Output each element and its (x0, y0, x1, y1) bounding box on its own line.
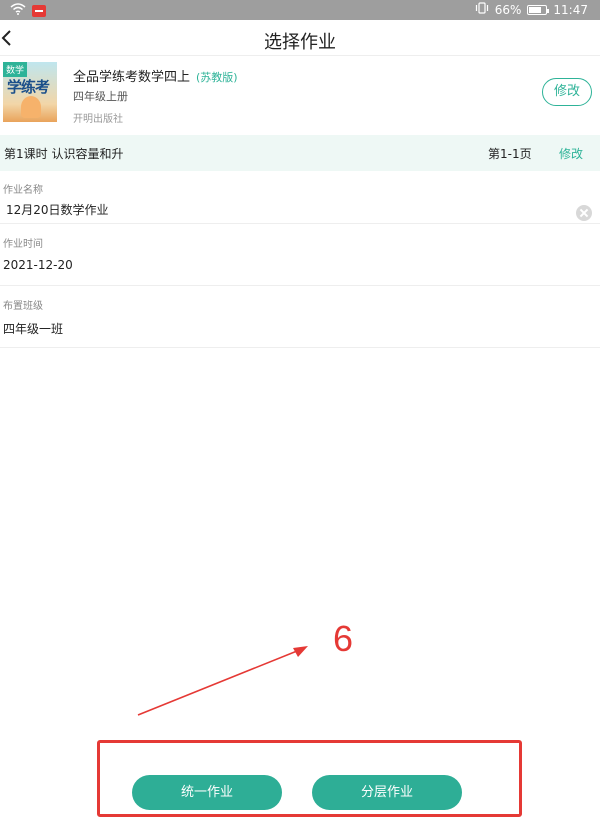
book-card: 数学 学练考 全品学练考数学四上 (苏教版) 四年级上册 开明出版社 修改 (0, 58, 600, 130)
cover-illustration (21, 96, 41, 118)
homework-time-label: 作业时间 (3, 239, 43, 250)
battery-icon (527, 4, 550, 15)
status-bar-right: 66% 11:47 (475, 2, 588, 17)
class-value[interactable]: 四年级一班 (3, 320, 63, 337)
edit-lesson-button[interactable]: 修改 (559, 145, 583, 162)
annotation-number: 6 (333, 618, 354, 659)
class-field[interactable]: 布置班级 四年级一班 (0, 292, 600, 348)
edit-book-button[interactable]: 修改 (542, 78, 592, 106)
app-notification-icon (32, 4, 46, 17)
battery-percent: 66% (494, 2, 522, 17)
homework-name-label: 作业名称 (3, 185, 43, 196)
book-grade: 四年级上册 (73, 90, 128, 103)
homework-name-input[interactable] (3, 199, 563, 219)
book-cover-image: 数学 学练考 (3, 62, 57, 122)
page-title: 选择作业 (264, 32, 336, 53)
layered-homework-button[interactable]: 分层作业 (312, 775, 462, 810)
lesson-pages: 第1-1页 (488, 147, 532, 161)
cover-title: 学练考 (7, 78, 50, 96)
homework-name-field: 作业名称 (0, 176, 600, 224)
class-label: 布置班级 (3, 301, 43, 312)
book-edition: (苏教版) (196, 71, 238, 84)
homework-time-value[interactable]: 2021-12-20 (3, 258, 73, 272)
status-bar-left (10, 3, 46, 18)
status-bar: 66% 11:47 (0, 0, 600, 20)
book-publisher: 开明出版社 (73, 114, 123, 125)
annotation-arrow-icon (137, 646, 308, 716)
battery-level (529, 6, 542, 13)
clock: 11:47 (553, 2, 588, 17)
cover-subject-tag: 数学 (3, 62, 28, 77)
clear-icon[interactable] (576, 205, 592, 221)
homework-time-field[interactable]: 作业时间 2021-12-20 (0, 230, 600, 286)
lesson-title: 第1课时 认识容量和升 (4, 147, 124, 161)
lesson-row: 第1课时 认识容量和升 第1-1页 修改 (0, 135, 600, 171)
wifi-icon (10, 3, 26, 18)
book-name: 全品学练考数学四上 (苏教版) (73, 66, 238, 85)
unified-homework-button[interactable]: 统一作业 (132, 775, 282, 810)
vibrate-icon (475, 2, 489, 17)
book-title: 全品学练考数学四上 (73, 70, 191, 85)
app-header: 选择作业 (0, 20, 600, 56)
